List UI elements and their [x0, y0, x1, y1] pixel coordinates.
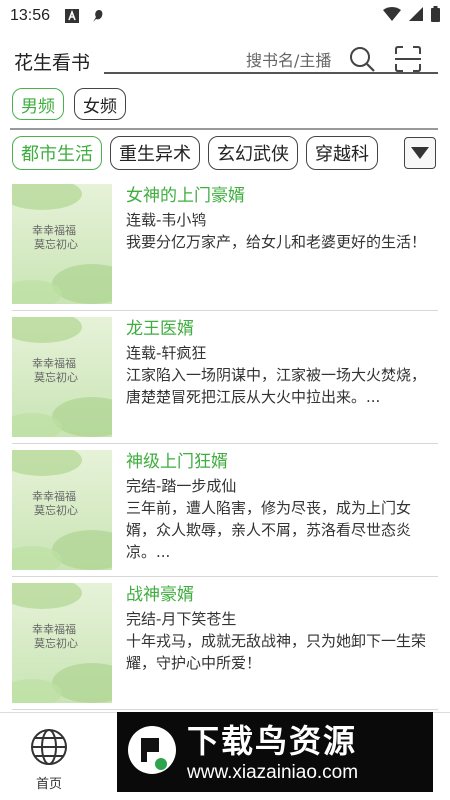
tab-male[interactable]: 男频	[12, 88, 64, 120]
book-cover[interactable]: 幸幸福福 莫忘初心	[12, 184, 112, 304]
book-description: 江家陷入一场阴谋中，江家被一场大火焚烧，唐楚楚冒死把江辰从大火中拉出来。...	[126, 366, 427, 406]
category-bar: 都市生活 重生异术 玄幻武侠 穿越科	[12, 136, 404, 172]
category-chip[interactable]: 重生异术	[110, 136, 200, 170]
notification-a-icon	[64, 8, 80, 24]
cellular-icon	[409, 7, 423, 25]
svg-text:莫忘初心: 莫忘初心	[34, 370, 78, 384]
scan-icon[interactable]	[394, 45, 422, 73]
book-item[interactable]: 幸幸福福 莫忘初心 战神豪婿 完结-月下笑苍生 十年戎马，成就无敌战神，只为她卸…	[12, 577, 438, 710]
search-placeholder[interactable]: 搜书名/主播	[246, 47, 331, 71]
book-title[interactable]: 女神的上门豪婿	[126, 184, 426, 208]
svg-text:莫忘初心: 莫忘初心	[34, 503, 78, 517]
book-title[interactable]: 神级上门狂婿	[126, 450, 426, 474]
book-title[interactable]: 龙王医婿	[126, 317, 426, 341]
search-icon[interactable]	[348, 45, 376, 73]
header: 花生看书 搜书名/主播	[0, 36, 450, 82]
book-cover[interactable]: 幸幸福福 莫忘初心	[12, 583, 112, 703]
book-cover[interactable]: 幸幸福福 莫忘初心	[12, 450, 112, 570]
nav-home-label: 首页	[35, 777, 62, 792]
svg-text:莫忘初心: 莫忘初心	[34, 636, 78, 650]
book-item[interactable]: 幸幸福福 莫忘初心 神级上门狂婿 完结-踏一步成仙 三年前，遭人陷害，修为尽丧，…	[12, 444, 438, 577]
book-meta: 完结-月下笑苍生	[126, 610, 237, 628]
wifi-icon	[383, 7, 401, 25]
svg-text:幸幸福福: 幸幸福福	[32, 356, 76, 370]
watermark-logo	[125, 722, 179, 782]
book-meta: 完结-踏一步成仙	[126, 477, 237, 495]
watermark-banner: 下载鸟资源 www.xiazainiao.com	[117, 712, 433, 792]
search-box[interactable]: 搜书名/主播	[104, 44, 438, 74]
svg-text:幸幸福福: 幸幸福福	[32, 223, 76, 237]
svg-text:幸幸福福: 幸幸福福	[32, 622, 76, 636]
tab-female[interactable]: 女频	[74, 88, 126, 120]
bird-icon	[90, 8, 106, 24]
book-meta: 连载-韦小鸨	[126, 211, 207, 229]
gender-tabs: 男频 女频	[12, 88, 126, 120]
book-cover[interactable]: 幸幸福福 莫忘初心	[12, 317, 112, 437]
book-item[interactable]: 幸幸福福 莫忘初心 龙王医婿 连载-轩疯狂 江家陷入一场阴谋中，江家被一场大火焚…	[12, 311, 438, 444]
book-item[interactable]: 幸幸福福 莫忘初心 女神的上门豪婿 连载-韦小鸨 我要分亿万家产，给女儿和老婆更…	[12, 178, 438, 311]
book-list: 幸幸福福 莫忘初心 女神的上门豪婿 连载-韦小鸨 我要分亿万家产，给女儿和老婆更…	[0, 178, 450, 710]
watermark-url: www.xiazainiao.com	[187, 762, 359, 783]
nav-home[interactable]: 首页	[14, 727, 84, 792]
category-chip[interactable]: 穿越科	[306, 136, 378, 170]
book-title[interactable]: 战神豪婿	[126, 583, 426, 607]
book-description: 十年戎马，成就无敌战神，只为她卸下一生荣耀，守护心中所爱！	[126, 632, 427, 672]
svg-text:莫忘初心: 莫忘初心	[34, 237, 78, 251]
book-description: 我要分亿万家产，给女儿和老婆更好的生活！	[126, 233, 427, 251]
battery-icon	[431, 6, 440, 26]
triangle-down-icon	[411, 147, 429, 159]
status-bar: 13:56	[0, 0, 450, 32]
watermark-title: 下载鸟资源	[187, 722, 358, 760]
app-title: 花生看书	[14, 52, 91, 74]
book-description: 三年前，遭人陷害，修为尽丧，成为上门女婿，众人欺辱，亲人不屑，苏洛看尽世态炎凉。…	[126, 499, 412, 561]
svg-text:幸幸福福: 幸幸福福	[32, 489, 76, 503]
status-time: 13:56	[10, 7, 51, 24]
category-chip[interactable]: 玄幻武侠	[208, 136, 298, 170]
book-meta: 连载-轩疯狂	[126, 344, 207, 362]
globe-icon	[29, 727, 69, 767]
category-chip[interactable]: 都市生活	[12, 136, 102, 170]
divider	[10, 128, 438, 130]
category-expand-button[interactable]	[404, 137, 436, 169]
